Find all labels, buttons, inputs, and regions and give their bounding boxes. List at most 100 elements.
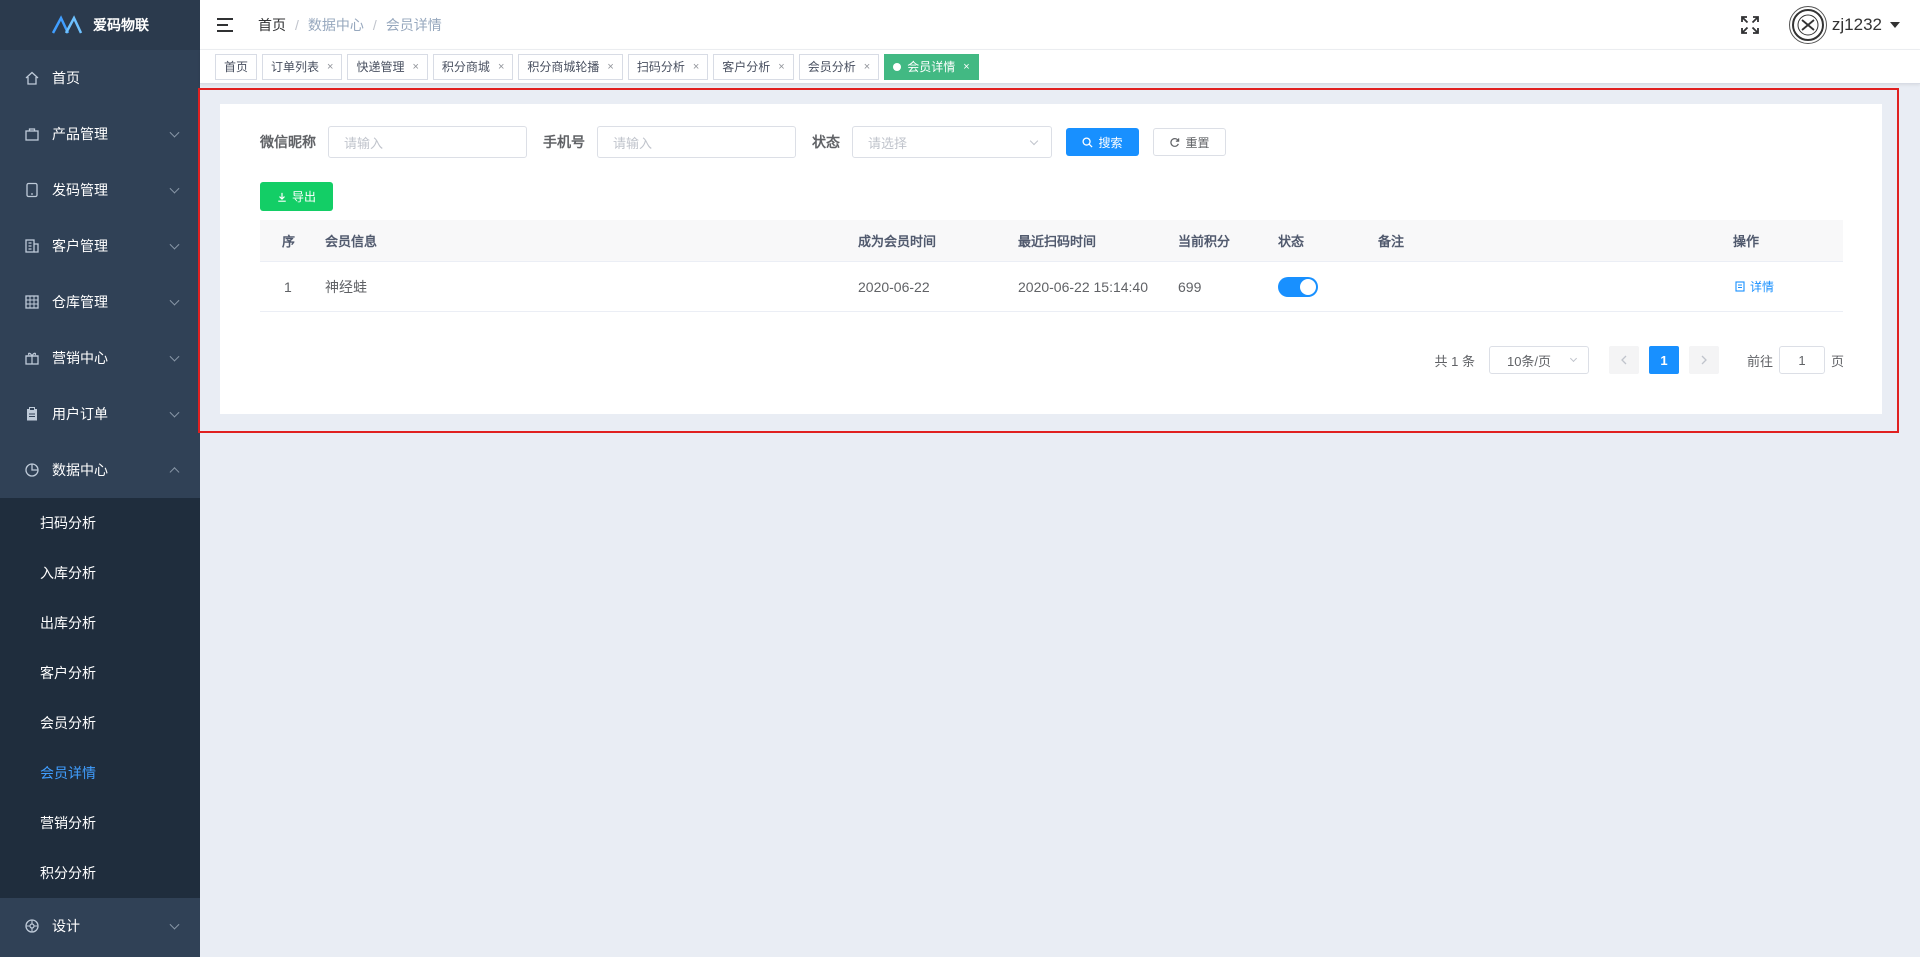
tag-scan-analysis[interactable]: 扫码分析 × <box>627 53 709 80</box>
chevron-down-icon <box>169 183 180 194</box>
avatar[interactable] <box>1788 6 1827 44</box>
page-suffix: 页 <box>1830 353 1844 369</box>
tag-label: 首页 <box>224 60 249 74</box>
tag-label: 快递管理 <box>356 60 405 74</box>
sidebar-item-products[interactable]: 产品管理 <box>0 106 200 162</box>
cell-last-scan: 2020-06-22 15:14:40 <box>1018 278 1148 295</box>
tag-customer-analysis[interactable]: 客户分析 × <box>713 53 794 80</box>
sidebar-subitem-scan-analysis[interactable]: 扫码分析 <box>0 498 200 548</box>
hamburger-icon[interactable] <box>217 17 233 32</box>
close-icon[interactable]: × <box>607 61 613 73</box>
cell-member-info: 神经蛙 <box>325 278 367 295</box>
tag-label: 客户分析 <box>722 60 771 74</box>
tag-express[interactable]: 快递管理 × <box>347 53 428 80</box>
sidebar-subitem-member-analysis[interactable]: 会员分析 <box>0 698 200 748</box>
close-icon[interactable]: × <box>412 61 418 73</box>
close-icon[interactable]: × <box>778 61 784 73</box>
export-button[interactable]: 导出 <box>260 182 333 211</box>
sidebar-item-design[interactable]: 设计 <box>0 898 200 954</box>
tag-home[interactable]: 首页 <box>215 53 258 80</box>
sidebar-item-label: 发码管理 <box>52 182 108 198</box>
phone-input[interactable]: 请输入 <box>597 126 796 158</box>
sidebar-item-data-center[interactable]: 数据中心 <box>0 442 200 498</box>
logo-icon <box>51 15 83 34</box>
column-header-actions: 操作 <box>1733 234 1760 249</box>
cell-index: 1 <box>284 278 292 295</box>
sidebar-item-customers[interactable]: 客户管理 <box>0 218 200 274</box>
sidebar-item-warehouse[interactable]: 仓库管理 <box>0 274 200 330</box>
sidebar-subitem-customer-analysis[interactable]: 客户分析 <box>0 648 200 698</box>
tag-points-mall-carousel[interactable]: 积分商城轮播 × <box>518 53 623 80</box>
column-header-index: 序 <box>282 234 296 249</box>
tag-order-list[interactable]: 订单列表 × <box>262 53 343 80</box>
pagination-total: 共 1 条 <box>1434 353 1475 369</box>
breadcrumb-home[interactable]: 首页 <box>258 15 286 35</box>
breadcrumb-current: 会员详情 <box>385 16 442 33</box>
sidebar-item-codes[interactable]: 发码管理 <box>0 162 200 218</box>
sidebar-subitem-member-detail[interactable]: 会员详情 <box>0 748 200 798</box>
sidebar-subitem-marketing-analysis[interactable]: 营销分析 <box>0 798 200 848</box>
column-header-last-scan: 最近扫码时间 <box>1018 234 1097 249</box>
search-button[interactable]: 搜索 <box>1066 128 1139 156</box>
sidebar-item-home[interactable]: 首页 <box>0 50 200 106</box>
phone-label: 手机号 <box>543 134 585 150</box>
detail-link[interactable]: 详情 <box>1735 278 1774 295</box>
clipboard-icon <box>24 406 40 422</box>
username[interactable]: zj1232 <box>1832 15 1882 35</box>
close-icon[interactable]: × <box>963 61 969 73</box>
building-icon <box>24 238 40 254</box>
fullscreen-icon[interactable] <box>1740 16 1759 34</box>
status-select[interactable]: 请选择 <box>852 126 1052 158</box>
download-icon <box>278 192 286 202</box>
sidebar-item-orders[interactable]: 用户订单 <box>0 386 200 442</box>
page-size-select[interactable]: 10条/页 <box>1488 346 1589 374</box>
table-header: 序 会员信息 成为会员时间 最近扫码时间 当前积分 状态 备注 操作 <box>260 220 1843 262</box>
sidebar-subitem-outbound-analysis[interactable]: 出库分析 <box>0 598 200 648</box>
document-icon <box>1735 281 1745 292</box>
search-form: 微信昵称 请输入 手机号 请输入 状态 请选择 搜索 重置 <box>260 126 1226 158</box>
sidebar-subitem-points-analysis[interactable]: 积分分析 <box>0 848 200 898</box>
bag-icon <box>24 126 40 142</box>
close-icon[interactable]: × <box>498 61 504 73</box>
caret-down-icon[interactable] <box>1890 22 1900 28</box>
sidebar-item-label: 首页 <box>52 70 80 86</box>
table-row: 1 神经蛙 2020-06-22 2020-06-22 15:14:40 699… <box>260 262 1843 312</box>
status-switch[interactable] <box>1278 277 1318 297</box>
pie-icon <box>24 462 40 478</box>
chevron-up-icon <box>169 467 180 478</box>
header-right: zj1232 <box>1740 0 1900 50</box>
sidebar-item-label: 用户订单 <box>52 406 108 422</box>
tag-member-detail[interactable]: 会员详情 × <box>884 53 979 80</box>
sidebar-subitem-inbound-analysis[interactable]: 入库分析 <box>0 548 200 598</box>
sidebar: 爱码物联 首页 产品管理 发码管理 客户管理 仓库管理 营销中心 用户订单 数据… <box>0 0 200 957</box>
status-select-placeholder: 请选择 <box>868 135 908 151</box>
sidebar-item-label: 仓库管理 <box>52 294 108 310</box>
chevron-down-icon <box>169 919 180 930</box>
goto-page-input[interactable]: 1 <box>1778 346 1825 374</box>
nickname-input[interactable]: 请输入 <box>328 126 527 158</box>
close-icon[interactable]: × <box>693 61 699 73</box>
page-number-current[interactable]: 1 <box>1648 346 1679 374</box>
close-icon[interactable]: × <box>864 61 870 73</box>
tag-points-mall[interactable]: 积分商城 × <box>432 53 514 80</box>
breadcrumb-separator: / <box>295 16 299 33</box>
reset-button[interactable]: 重置 <box>1153 128 1226 156</box>
column-header-remark: 备注 <box>1378 234 1405 249</box>
page-size-value: 10条/页 <box>1506 353 1552 369</box>
chevron-down-icon <box>169 295 180 306</box>
content-card: 微信昵称 请输入 手机号 请输入 状态 请选择 搜索 重置 导出 序 会员信息 … <box>220 104 1882 414</box>
prev-page-button[interactable] <box>1608 346 1639 374</box>
tablet-icon <box>24 182 40 198</box>
tag-label: 积分商城 <box>441 60 490 74</box>
search-button-label: 搜索 <box>1098 135 1123 150</box>
close-icon[interactable]: × <box>327 61 333 73</box>
sidebar-item-marketing[interactable]: 营销中心 <box>0 330 200 386</box>
member-table: 序 会员信息 成为会员时间 最近扫码时间 当前积分 状态 备注 操作 1 神经蛙… <box>260 220 1843 312</box>
reset-button-label: 重置 <box>1185 135 1210 150</box>
tag-label: 扫码分析 <box>636 60 685 74</box>
breadcrumb-separator: / <box>372 16 377 33</box>
next-page-button[interactable] <box>1688 346 1719 374</box>
sidebar-item-label: 设计 <box>52 918 80 934</box>
chevron-right-icon <box>1701 355 1707 365</box>
tag-member-analysis[interactable]: 会员分析 × <box>798 53 880 80</box>
